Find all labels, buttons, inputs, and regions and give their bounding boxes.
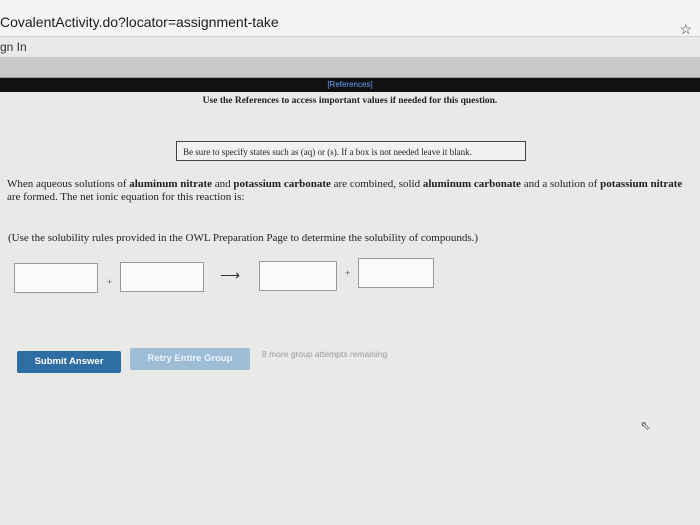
question-text: When aqueous solutions of aluminum nitra… bbox=[7, 178, 683, 203]
toolbar-strip bbox=[0, 57, 700, 78]
browser-address-bar[interactable]: CovalentActivity.do?locator=assignment-t… bbox=[0, 0, 700, 37]
url-text[interactable]: CovalentActivity.do?locator=assignment-t… bbox=[0, 14, 279, 30]
sign-in-link[interactable]: gn In bbox=[0, 40, 27, 54]
mouse-cursor-icon: ⇖ bbox=[640, 418, 651, 433]
references-link[interactable]: [References] bbox=[0, 80, 700, 89]
references-note: Use the References to access important v… bbox=[202, 96, 498, 106]
solubility-note: (Use the solubility rules provided in th… bbox=[8, 232, 479, 244]
retry-group-button[interactable]: Retry Entire Group bbox=[130, 348, 250, 370]
reactant-2-input[interactable] bbox=[120, 262, 204, 292]
reaction-arrow-icon: ⟶ bbox=[220, 267, 241, 283]
star-icon[interactable]: ☆ bbox=[679, 21, 692, 38]
hint-box: Be sure to specify states such as (aq) o… bbox=[176, 141, 526, 161]
product-2-input[interactable] bbox=[358, 258, 434, 288]
attempts-remaining: 8 more group attempts remaining bbox=[262, 349, 388, 359]
reactant-1-input[interactable] bbox=[14, 263, 98, 293]
product-1-input[interactable] bbox=[259, 261, 337, 291]
submit-answer-button[interactable]: Submit Answer bbox=[17, 351, 121, 373]
plus-sign: + bbox=[345, 268, 351, 278]
plus-sign: + bbox=[107, 277, 113, 287]
